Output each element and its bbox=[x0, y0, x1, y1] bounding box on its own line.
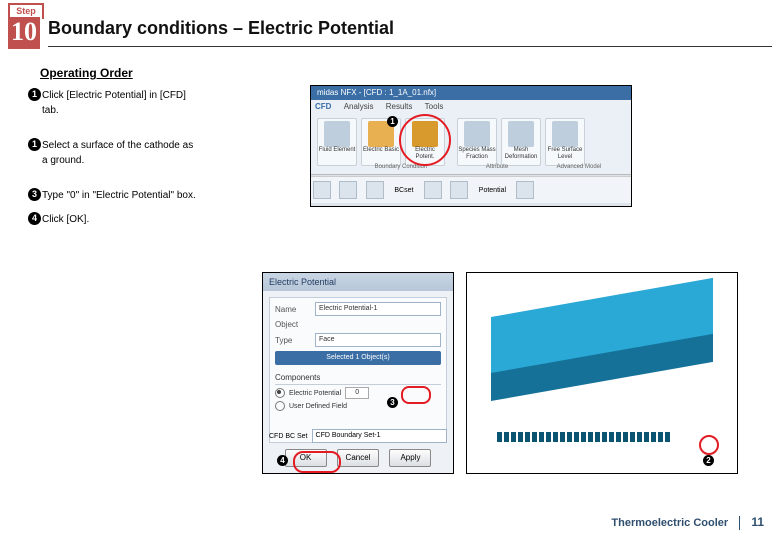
apply-button[interactable]: Apply bbox=[389, 449, 431, 467]
ribbon-group-advanced-model: Advanced Model bbox=[539, 164, 619, 170]
tab-analysis[interactable]: Analysis bbox=[344, 102, 374, 111]
bcset-label: CFD BC Set bbox=[269, 433, 308, 440]
quick-access-toolbar: BCset Potential bbox=[311, 176, 631, 203]
callout-marker-4: 4 bbox=[277, 455, 288, 466]
instruction-4: Click [OK]. bbox=[30, 212, 89, 227]
ribbon-btn-mesh-deformation[interactable]: Mesh Deformation bbox=[501, 118, 541, 166]
ribbon-btn-fluid-element[interactable]: Fluid Element bbox=[317, 118, 357, 166]
app-window-title: midas NFX - [CFD : 1_1A_01.nfx] bbox=[311, 86, 631, 100]
ribbon-btn-free-surface[interactable]: Free Surface Level bbox=[545, 118, 585, 166]
radio-electric-potential[interactable] bbox=[275, 388, 285, 398]
dialog-title: Electric Potential bbox=[263, 273, 453, 291]
qat-button[interactable] bbox=[366, 181, 384, 199]
radio-udf-label: User Defined Field bbox=[289, 403, 347, 410]
tab-cfd[interactable]: CFD bbox=[315, 102, 331, 111]
ribbon-group-boundary-condition: Boundary Condition bbox=[351, 164, 451, 170]
tab-tools[interactable]: Tools bbox=[425, 102, 444, 111]
highlight-circle-1 bbox=[399, 114, 451, 166]
callout-marker-3: 3 bbox=[387, 397, 398, 408]
qat-button[interactable] bbox=[516, 181, 534, 199]
field-type-select[interactable]: Face bbox=[315, 333, 441, 347]
footer-project: Thermoelectric Cooler bbox=[611, 517, 728, 529]
field-name-input[interactable]: Electric Potential-1 bbox=[315, 302, 441, 316]
step-number: 10 bbox=[8, 17, 40, 49]
field-object-label: Object bbox=[275, 320, 311, 329]
ribbon-btn-species[interactable]: Species Mass Fraction bbox=[457, 118, 497, 166]
selection-bar[interactable]: Selected 1 Object(s) bbox=[275, 351, 441, 365]
dialog-screenshot: Electric Potential Name Electric Potentia… bbox=[262, 272, 454, 474]
footer-divider bbox=[739, 516, 740, 530]
title-rule bbox=[48, 46, 772, 47]
radio-ep-label: Electric Potential bbox=[289, 390, 341, 397]
ribbon-group-attribute: Attribute bbox=[467, 164, 527, 170]
components-heading: Components bbox=[275, 373, 441, 385]
highlight-circle-2 bbox=[699, 435, 719, 455]
highlight-circle-3 bbox=[401, 386, 431, 404]
ribbon-screenshot: midas NFX - [CFD : 1_1A_01.nfx] CFD Anal… bbox=[310, 85, 632, 207]
cancel-button[interactable]: Cancel bbox=[337, 449, 379, 467]
ep-value-input[interactable]: 0 bbox=[345, 387, 369, 399]
footer-page-number: 11 bbox=[751, 515, 764, 529]
field-name-label: Name bbox=[275, 305, 311, 314]
instruction-1: Click [Electric Potential] in [CFD] tab. bbox=[30, 88, 186, 118]
model-slab bbox=[491, 317, 713, 427]
highlight-circle-4 bbox=[293, 451, 341, 473]
tab-results[interactable]: Results bbox=[386, 102, 413, 111]
qat-bcset-label: BCset bbox=[394, 187, 413, 194]
callout-marker-2: 2 bbox=[703, 455, 714, 466]
instruction-3: Type "0" in "Electric Potential" box. bbox=[30, 188, 196, 203]
callout-marker-1: 1 bbox=[387, 116, 398, 127]
qat-button[interactable] bbox=[424, 181, 442, 199]
qat-potential-label: Potential bbox=[479, 187, 506, 194]
bcset-select[interactable]: CFD Boundary Set-1 bbox=[312, 429, 447, 443]
radio-user-defined[interactable] bbox=[275, 401, 285, 411]
ribbon-tabs: CFD Analysis Results Tools bbox=[315, 102, 453, 111]
qat-button[interactable] bbox=[313, 181, 331, 199]
page-footer: Thermoelectric Cooler 11 bbox=[611, 515, 764, 530]
qat-button[interactable] bbox=[339, 181, 357, 199]
section-heading: Operating Order bbox=[40, 66, 133, 80]
page-title: Boundary conditions – Electric Potential bbox=[48, 18, 394, 39]
qat-button[interactable] bbox=[450, 181, 468, 199]
model-screenshot: 2 bbox=[466, 272, 738, 474]
instruction-2: Select a surface of the cathode as a gro… bbox=[30, 138, 193, 168]
field-type-label: Type bbox=[275, 336, 311, 345]
